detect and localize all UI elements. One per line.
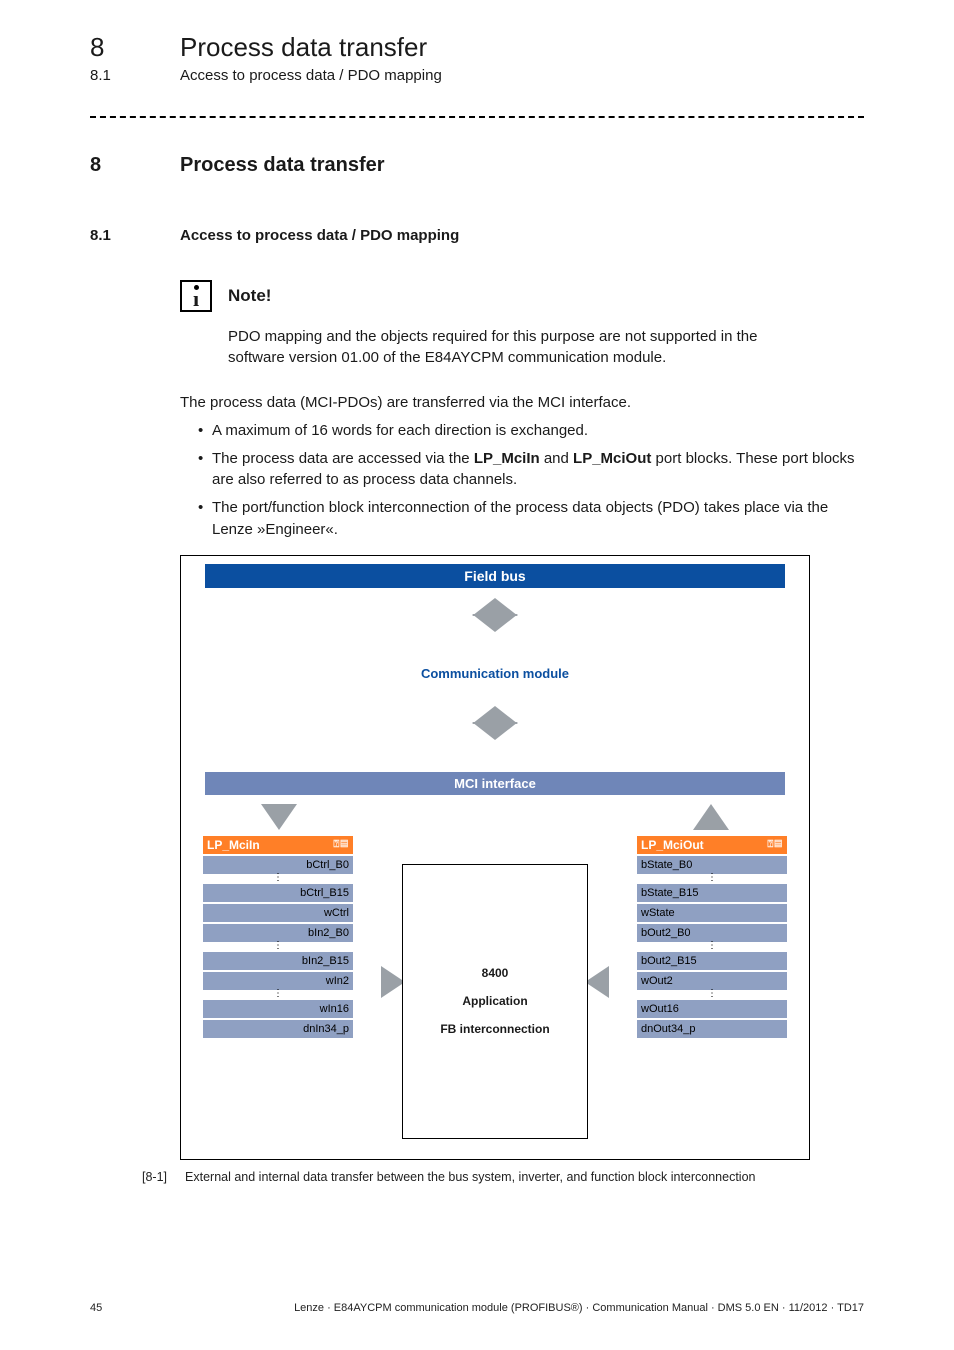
port-row: bIn2_B0 [203,924,353,942]
arrow-up-icon [693,804,729,830]
chapter-number: 8 [90,32,180,63]
page-number: 45 [90,1302,102,1314]
block-mini-icons: ⍰▤ [333,839,349,850]
port-row: dnOut34_p [637,1020,787,1038]
arrow-left-icon [585,966,609,998]
block-mini-icons: ⍰▤ [767,839,783,850]
list-item: A maximum of 16 words for each direction… [198,420,864,442]
subsection-heading: 8.1 Access to process data / PDO mapping [90,227,864,244]
section-heading-number: 8 [90,154,180,177]
figure-caption: [8-1] External and internal data transfe… [142,1170,864,1184]
info-icon: ı [180,280,212,312]
center-line: FB interconnection [440,1022,549,1036]
port-block-left: LP_MciIn⍰▤ bCtrl_B0 ⋮ bCtrl_B15 wCtrl bI… [203,836,353,1038]
intro-paragraph: The process data (MCI-PDOs) are transfer… [180,392,864,414]
section-title: Access to process data / PDO mapping [180,67,442,84]
subsection-title: Access to process data / PDO mapping [180,227,459,244]
note-box: ı Note! PDO mapping and the objects requ… [180,280,864,368]
port-row: wState [637,904,787,922]
port-row: bOut2_B15 [637,952,787,970]
bullet-list: A maximum of 16 words for each direction… [198,420,864,541]
port-block-title: LP_MciIn [207,838,260,852]
center-line: 8400 [482,966,509,980]
double-arrow-icon [472,706,518,740]
running-header: 8 Process data transfer [90,32,864,63]
center-line: Application [462,994,527,1008]
arrow-down-icon [261,804,297,830]
port-row: bIn2_B15 [203,952,353,970]
note-body: PDO mapping and the objects required for… [228,326,788,368]
section-heading: 8 Process data transfer [90,154,864,177]
port-row: bState_B0 [637,856,787,874]
page-footer: 45 Lenze · E84AYCPM communication module… [90,1302,864,1314]
port-block-right: LP_MciOut⍰▤ bState_B0 ⋮ bState_B15 wStat… [637,836,787,1038]
caption-tag: [8-1] [142,1170,167,1184]
double-arrow-icon [472,598,518,632]
center-box: 8400 Application FB interconnection [402,864,588,1139]
port-block-title: LP_MciOut [641,838,704,852]
note-label: Note! [228,286,271,306]
port-row: bOut2_B0 [637,924,787,942]
fieldbus-bar: Field bus [205,564,785,588]
separator [90,116,864,118]
comm-module-label: Communication module [330,666,660,681]
port-row: wIn2 [203,972,353,990]
port-row: bCtrl_B0 [203,856,353,874]
port-row: wIn16 [203,1000,353,1018]
caption-text: External and internal data transfer betw… [185,1170,755,1184]
section-heading-title: Process data transfer [180,154,385,177]
subsection-number: 8.1 [90,227,180,244]
footer-text: Lenze · E84AYCPM communication module (P… [294,1302,864,1314]
list-item: The port/function block interconnection … [198,497,864,541]
port-row: wCtrl [203,904,353,922]
port-row: wOut16 [637,1000,787,1018]
mci-bar: MCI interface [205,772,785,795]
body-content: The process data (MCI-PDOs) are transfer… [180,392,864,541]
diagram: Field bus Communication module MCI inter… [180,555,810,1160]
list-item: The process data are accessed via the LP… [198,448,864,492]
running-subheader: 8.1 Access to process data / PDO mapping [90,67,864,84]
chapter-title: Process data transfer [180,32,427,63]
port-row: bCtrl_B15 [203,884,353,902]
port-row: dnIn34_p [203,1020,353,1038]
port-row: bState_B15 [637,884,787,902]
section-number: 8.1 [90,67,180,84]
port-row: wOut2 [637,972,787,990]
